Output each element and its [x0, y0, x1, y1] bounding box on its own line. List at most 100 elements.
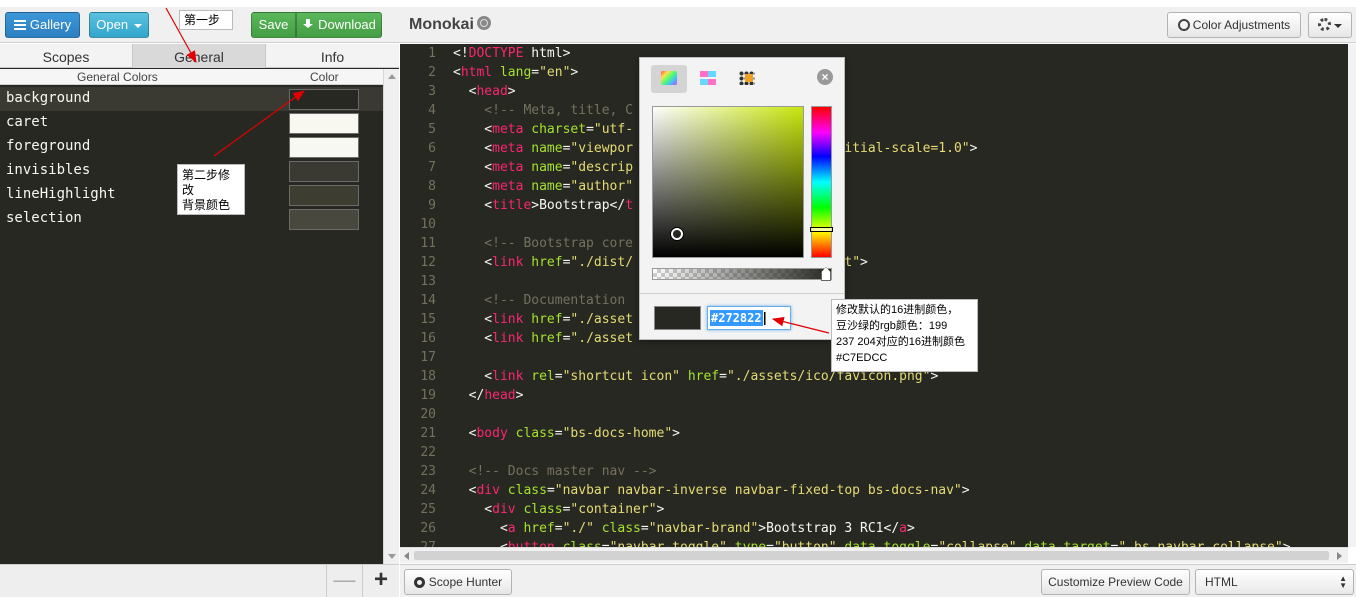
line-code: <meta name="author" [453, 177, 633, 196]
line-number: 23 [420, 464, 436, 479]
code-token: < [453, 84, 477, 99]
code-line[interactable]: 5 <meta charset="utf- [400, 120, 1348, 139]
code-line[interactable]: 25 <div class="container"> [400, 500, 1348, 519]
color-swatch-caret[interactable] [289, 113, 359, 134]
color-row-background[interactable]: background [0, 87, 383, 111]
code-token: a [507, 521, 516, 536]
color-swatch-background[interactable] [289, 89, 359, 110]
code-line[interactable]: 20 [400, 405, 1348, 424]
code-token: ".bs-navbar-collapse" [1118, 540, 1282, 547]
code-line[interactable]: 27 <button class="navbar-toggle" type="b… [400, 538, 1348, 547]
picker-mode-gradient[interactable] [690, 65, 726, 93]
picker-mode-swatches[interactable] [729, 65, 765, 93]
saturation-value-area[interactable] [652, 106, 804, 258]
code-line[interactable]: 10 [400, 215, 1348, 234]
code-token: > [672, 426, 680, 441]
code-line[interactable]: 24 <div class="navbar navbar-inverse nav… [400, 481, 1348, 500]
color-swatch-invisibles[interactable] [289, 161, 359, 182]
download-button[interactable]: Download [296, 12, 382, 38]
code-token: "collapse" [938, 540, 1016, 547]
code-line[interactable]: 6 <meta name="viewpor -width, initial-sc… [400, 139, 1348, 158]
code-line[interactable]: 26 <a href="./" class="navbar-brand">Boo… [400, 519, 1348, 538]
code-token: < [453, 160, 493, 175]
color-row-label: foreground [6, 138, 91, 154]
close-icon[interactable]: × [817, 69, 833, 85]
code-token: = [602, 540, 610, 547]
remove-color-button[interactable]: — [326, 565, 362, 597]
editor-horizontal-scrollbar[interactable] [400, 547, 1348, 563]
code-token: "./" [562, 521, 594, 536]
sv-marker[interactable] [671, 228, 683, 240]
globe-icon[interactable] [476, 16, 491, 30]
tab-info[interactable]: Info [266, 44, 399, 68]
code-line[interactable]: 23 <!-- Docs master nav --> [400, 462, 1348, 481]
code-line[interactable]: 22 [400, 443, 1348, 462]
code-token: < [453, 369, 493, 384]
alpha-slider[interactable] [652, 267, 832, 281]
code-token: "bs-docs-home" [562, 426, 673, 441]
color-row-label: background [6, 90, 91, 106]
line-number: 19 [420, 388, 436, 403]
gear-icon [1318, 18, 1331, 31]
scroll-right-icon[interactable] [1337, 552, 1342, 560]
left-panel-scrollbar[interactable] [383, 69, 399, 564]
hex-color-input[interactable]: #272822 [707, 306, 791, 330]
language-mode-select[interactable]: HTML ▲ ▼ [1195, 569, 1354, 595]
scroll-left-icon[interactable] [404, 552, 409, 560]
scrollbar-thumb[interactable] [414, 551, 1329, 560]
chevron-down-icon [1334, 23, 1342, 28]
color-swatch-lineHighlight[interactable] [289, 185, 359, 206]
select-arrows-icon: ▲ ▼ [1339, 574, 1347, 590]
customize-preview-code-button[interactable]: Customize Preview Code [1041, 569, 1190, 595]
tab-scopes[interactable]: Scopes [0, 44, 133, 68]
code-token: link [492, 312, 524, 327]
save-button[interactable]: Save [251, 12, 296, 38]
code-line[interactable]: 19 </head> [400, 386, 1348, 405]
hue-slider-handle[interactable] [810, 227, 833, 232]
alpha-slider-handle[interactable] [821, 267, 831, 281]
scroll-up-icon[interactable] [388, 74, 396, 79]
column-header-name: General Colors [77, 70, 158, 84]
code-token: link [492, 369, 524, 384]
code-token: "./asset [570, 312, 634, 327]
code-line[interactable]: 3 <head> [400, 82, 1348, 101]
code-line[interactable]: 21 <body class="bs-docs-home"> [400, 424, 1348, 443]
code-token: <!-- Bootstrap core [453, 236, 634, 251]
code-line[interactable]: 12 <link href="./dist/ stylesheet"> [400, 253, 1348, 272]
scroll-down-icon[interactable] [388, 554, 396, 559]
code-line[interactable]: 7 <meta name="descrip [400, 158, 1348, 177]
code-token: class [563, 540, 602, 547]
gallery-button[interactable]: Gallery [5, 12, 80, 38]
code-line[interactable]: 8 <meta name="author" [400, 177, 1348, 196]
color-adjustments-button[interactable]: Color Adjustments [1167, 12, 1301, 38]
code-line[interactable]: 1 <!DOCTYPE html> [400, 44, 1348, 63]
editor-vertical-scrollbar[interactable] [1348, 44, 1356, 547]
code-token: < [453, 65, 461, 80]
code-line[interactable]: 2 <html lang="en"> [400, 63, 1348, 82]
theme-title: Monokai [409, 16, 491, 34]
color-swatch-selection[interactable] [289, 209, 359, 230]
settings-menu-button[interactable] [1308, 12, 1352, 38]
line-number: 11 [420, 236, 436, 251]
add-color-button[interactable]: + [362, 565, 399, 597]
code-token: "button" [774, 540, 837, 547]
code-token: class [515, 426, 555, 441]
code-token: < [453, 179, 493, 194]
code-line[interactable]: 13 [400, 272, 1348, 291]
scope-hunter-button[interactable]: Scope Hunter [404, 569, 512, 595]
color-row-foreground[interactable]: foreground [0, 135, 383, 159]
code-preview-editor[interactable]: 1 <!DOCTYPE html> 2 <html lang="en"> 3 <head… [400, 44, 1348, 547]
open-button[interactable]: Open [89, 12, 149, 38]
tab-general[interactable]: General [133, 44, 266, 68]
color-swatch-foreground[interactable] [289, 137, 359, 158]
code-token: = [546, 483, 555, 498]
code-line[interactable]: 9 <title>Bootstrap</t [400, 196, 1348, 215]
picker-mode-spectrum[interactable] [651, 65, 687, 93]
hue-slider[interactable] [810, 106, 833, 258]
code-line[interactable]: 4 <!-- Meta, title, C [400, 101, 1348, 120]
code-line[interactable]: 11 <!-- Bootstrap core [400, 234, 1348, 253]
code-token: href [531, 312, 563, 327]
color-row-caret[interactable]: caret [0, 111, 383, 135]
